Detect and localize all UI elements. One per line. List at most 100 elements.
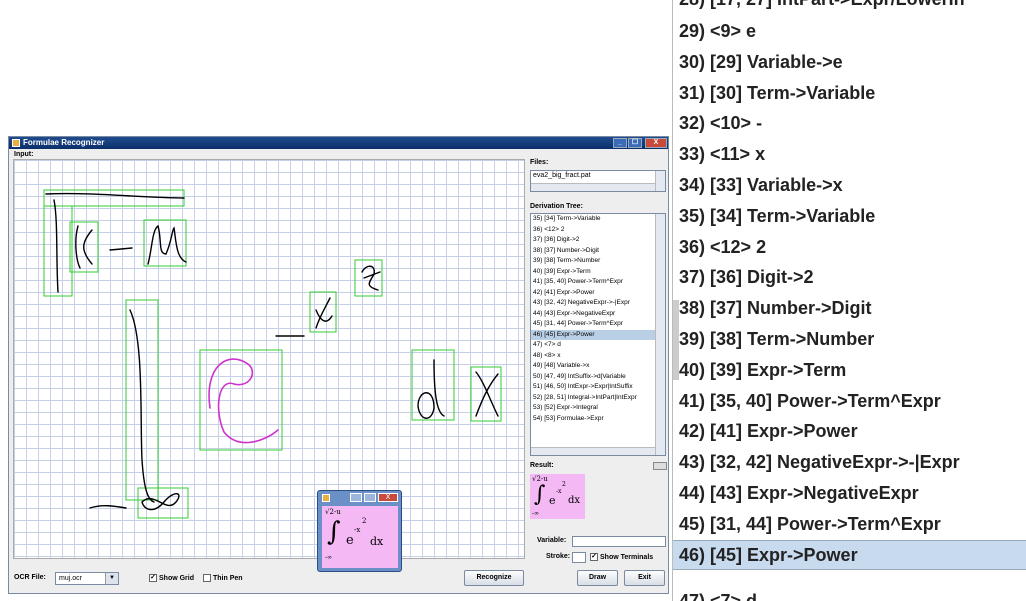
- popup-exponent: 2: [362, 517, 367, 525]
- result-formula: √2-u ∫ -∞ e -x 2 dx: [530, 474, 585, 519]
- derivation-tree-list[interactable]: 35) [34] Term->Variable 36) <12> 2 37) [36…: [530, 213, 666, 456]
- popup-close-button[interactable]: X: [378, 493, 398, 502]
- close-button[interactable]: X: [645, 138, 667, 148]
- derivation-tree-row[interactable]: 49) [48] Variable->x: [531, 361, 655, 372]
- zoom-derivation-row: 37) [36] Digit->2: [679, 267, 814, 288]
- popup-integral-sign: ∫: [327, 517, 341, 547]
- zoom-derivation-row: 43) [32, 42] NegativeExpr->-|Expr: [679, 452, 960, 473]
- result-neg-x: -x: [556, 488, 562, 495]
- input-label: Input:: [14, 151, 34, 158]
- derivation-tree-row[interactable]: 35) [34] Term->Variable: [531, 214, 655, 225]
- popup-minimize-button[interactable]: [350, 493, 362, 502]
- show-grid-checkbox[interactable]: ✓ Show Grid: [149, 574, 194, 582]
- thin-pen-label: Thin Pen: [213, 574, 243, 582]
- zoom-derivation-row: 46) [45] Expr->Power: [679, 544, 858, 565]
- checkbox-checked-icon[interactable]: ✓: [149, 574, 157, 582]
- derivation-tree-row[interactable]: 42) [41] Expr->Power: [531, 288, 655, 299]
- derivation-tree-row[interactable]: 51) [46, 50] IntExpr->Expr|IntSuffix: [531, 382, 655, 393]
- zoom-derivation-row: 31) [30] Term->Variable: [679, 82, 876, 103]
- variable-input[interactable]: [572, 536, 666, 547]
- stroke-input[interactable]: [572, 552, 586, 563]
- result-lower-bound: -∞: [532, 510, 540, 517]
- zoom-derivation-row: 40) [39] Expr->Term: [679, 359, 847, 380]
- ocr-file-label: OCR File:: [14, 574, 46, 581]
- derivation-tree-row[interactable]: 50) [47, 49] IntSuffix->d|Variable: [531, 372, 655, 383]
- zoom-derivation-row: 30) [29] Variable->e: [679, 51, 843, 72]
- checkbox-unchecked-icon[interactable]: [203, 574, 211, 582]
- zoom-derivation-row: 29) <9> e: [679, 21, 757, 41]
- derivation-tree-row[interactable]: 36) <12> 2: [531, 225, 655, 236]
- ocr-file-select[interactable]: muj.ocr ▼: [55, 572, 119, 585]
- derivation-tree-row[interactable]: 37) [36] Digit->2: [531, 235, 655, 246]
- derivation-tree-label: Derivation Tree:: [530, 203, 583, 210]
- popup-formula: √2-u ∫ -∞ e -x 2 dx: [322, 506, 398, 568]
- result-integral-sign: ∫: [534, 482, 546, 507]
- zoom-derivation-row: 44) [43] Expr->NegativeExpr: [679, 483, 919, 503]
- result-base: e: [549, 494, 556, 507]
- result-dx: dx: [568, 495, 581, 506]
- files-vertical-scrollbar[interactable]: [655, 171, 665, 191]
- derivation-tree-row[interactable]: 52) [28, 51] Integral->IntPart|IntExpr: [531, 393, 655, 404]
- thin-pen-checkbox[interactable]: Thin Pen: [203, 574, 243, 582]
- zoom-derivation-row: 38) [37] Number->Digit: [679, 298, 872, 319]
- derivation-tree-row[interactable]: 46) [45] Expr->Power: [531, 329, 655, 340]
- popup-upper-bound: √2-u: [325, 508, 341, 516]
- ocr-file-value: muj.ocr: [59, 575, 82, 582]
- tree-horizontal-scrollbar[interactable]: [531, 447, 655, 455]
- result-exponent: 2: [562, 481, 566, 488]
- variable-label: Variable:: [537, 537, 567, 544]
- show-terminals-label: Show Terminals: [600, 553, 654, 561]
- glyph-box: [125, 299, 159, 501]
- zoom-derivation-row: 42) [41] Expr->Power: [679, 421, 858, 442]
- zoom-derivation-row: 36) <12> 2: [679, 236, 767, 257]
- title-bar: Formulae Recognizer _ ☐ X: [9, 137, 668, 149]
- checkbox-checked-icon[interactable]: ✓: [590, 553, 598, 561]
- result-collapse-button[interactable]: [653, 462, 667, 470]
- derivation-tree-row[interactable]: 39) [38] Term->Number: [531, 256, 655, 267]
- files-horizontal-scrollbar[interactable]: [531, 183, 655, 191]
- derivation-tree-row[interactable]: 41) [35, 40] Power->Term^Expr: [531, 277, 655, 288]
- files-list[interactable]: eva2_big_fract.pat: [530, 170, 666, 192]
- popup-title-bar[interactable]: X: [318, 491, 401, 504]
- zoom-partial-row-bottom: 47) <7> d: [679, 591, 758, 601]
- zoom-derivation-row: 33) <11> x: [679, 144, 766, 165]
- show-terminals-checkbox[interactable]: ✓ Show Terminals: [590, 553, 653, 561]
- derivation-tree-row[interactable]: 43) [32, 42] NegativeExpr->-|Expr: [531, 298, 655, 309]
- derivation-tree-row[interactable]: 40) [39] Expr->Term: [531, 267, 655, 278]
- derivation-tree-row[interactable]: 45) [31, 44] Power->Term^Expr: [531, 319, 655, 330]
- exit-button[interactable]: Exit: [624, 570, 665, 586]
- zoomed-derivation-panel: 28) [17, 27] IntPart->Expr/LowerIn 29) <…: [672, 0, 1026, 601]
- maximize-button[interactable]: ☐: [628, 138, 642, 148]
- zoom-partial-row-top: 28) [17, 27] IntPart->Expr/LowerIn: [679, 0, 965, 14]
- derivation-tree-row[interactable]: 48) <8> x: [531, 351, 655, 362]
- popup-maximize-button[interactable]: [364, 493, 376, 502]
- tree-vertical-scrollbar[interactable]: [655, 214, 665, 455]
- zoom-derivation-row: 39) [38] Term->Number: [679, 329, 875, 349]
- handwriting-strokes: [43, 189, 502, 519]
- formula-preview-popup[interactable]: X √2-u ∫ -∞ e -x 2 dx: [317, 490, 402, 572]
- draw-button[interactable]: Draw: [577, 570, 618, 586]
- zoom-derivation-row: 45) [31, 44] Power->Term^Expr: [679, 513, 941, 534]
- derivation-tree-rows: 35) [34] Term->Variable 36) <12> 2 37) [36…: [531, 214, 665, 424]
- popup-app-icon: [322, 494, 330, 502]
- file-item[interactable]: eva2_big_fract.pat: [533, 172, 591, 179]
- popup-base: e: [346, 533, 354, 548]
- stroke-label: Stroke:: [546, 553, 571, 560]
- derivation-tree-row[interactable]: 38) [37] Number->Digit: [531, 246, 655, 257]
- popup-neg-x: -x: [354, 526, 361, 534]
- recognize-button[interactable]: Recognize: [464, 570, 524, 586]
- drawing-canvas[interactable]: [13, 159, 525, 559]
- glyph-box: [143, 219, 187, 267]
- derivation-tree-row[interactable]: 44) [43] Expr->NegativeExpr: [531, 309, 655, 320]
- chevron-down-icon[interactable]: ▼: [105, 573, 118, 584]
- zoom-derivation-row: 35) [34] Term->Variable: [679, 205, 876, 226]
- derivation-tree-row[interactable]: 47) <7> d: [531, 340, 655, 351]
- minimize-button[interactable]: _: [613, 138, 627, 148]
- files-label: Files:: [530, 159, 549, 166]
- derivation-tree-row[interactable]: 54) [53] Formulae->Expr: [531, 414, 655, 425]
- show-grid-label: Show Grid: [159, 574, 194, 582]
- popup-lower-bound: -∞: [325, 554, 333, 561]
- derivation-tree-row[interactable]: 53) [52] Expr->Integral: [531, 403, 655, 414]
- window-title: Formulae Recognizer: [23, 138, 105, 147]
- zoom-derivation-row: 34) [33] Variable->x: [679, 175, 843, 195]
